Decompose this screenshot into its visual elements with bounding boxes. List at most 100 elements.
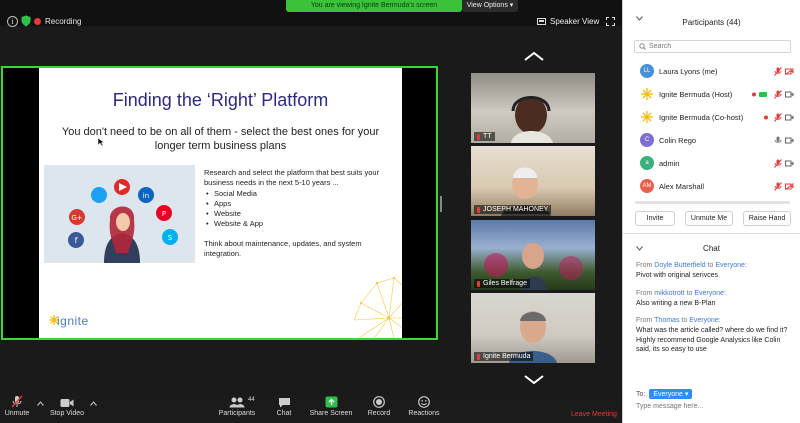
avatar: LL <box>640 64 654 78</box>
muted-mic-icon <box>477 280 480 287</box>
stop-video-label: Stop Video <box>49 410 85 417</box>
video-tile-name-label: JOSEPH MAHONEY <box>483 206 549 213</box>
mouse-pointer-icon <box>98 138 104 146</box>
chat-message-header: From Doyle Butterfield to Everyone: <box>636 261 796 271</box>
stop-video-button[interactable]: Stop Video <box>50 395 84 417</box>
unmute-button[interactable]: Unmute <box>5 395 29 417</box>
slide-note: Think about maintenance, updates, and sy… <box>204 239 362 258</box>
participant-name: Laura Lyons (me) <box>659 67 718 76</box>
presentation-slide: Finding the ‘Right’ Platform You don't n… <box>39 68 402 338</box>
video-tile-name-label: Ignite Bermuda <box>483 353 531 360</box>
muted-microphone-icon <box>11 395 23 408</box>
record-button[interactable]: Record <box>366 395 392 417</box>
slide-body: Research and select the platform that be… <box>204 168 394 259</box>
scroll-up-chevron-icon[interactable] <box>523 52 545 61</box>
shared-screen[interactable]: Finding the ‘Right’ Platform You don't n… <box>1 66 438 340</box>
reactions-button[interactable]: Reactions <box>407 395 441 417</box>
ignite-logo-text: ignite <box>57 314 89 328</box>
video-off-icon[interactable] <box>785 183 794 190</box>
chat-suffix: : <box>723 289 726 297</box>
slide-bullet: Website & App <box>204 219 394 229</box>
participants-search-input[interactable] <box>649 43 779 50</box>
meeting-toolbar: Unmute Stop Video Participants 44 Chat S… <box>0 395 622 423</box>
view-options-label: View Options <box>466 2 508 9</box>
slide-title: Finding the ‘Right’ Platform <box>112 90 329 110</box>
meeting-area: i Recording Speaker View You are viewing… <box>0 0 622 423</box>
chat-recipient-value: Everyone <box>653 390 683 398</box>
participants-search[interactable] <box>634 40 791 53</box>
video-tile[interactable]: Giles Belfrage <box>471 220 595 290</box>
video-options-caret-icon[interactable] <box>90 401 97 406</box>
video-off-icon[interactable] <box>785 68 794 75</box>
svg-text:P: P <box>162 210 166 218</box>
raise-hand-button[interactable]: Raise Hand <box>743 211 791 226</box>
video-icon[interactable] <box>785 137 794 144</box>
video-icon[interactable] <box>785 160 794 167</box>
chat-sender[interactable]: Thomas <box>654 317 679 324</box>
muted-mic-icon[interactable] <box>774 159 782 168</box>
search-icon <box>639 43 646 50</box>
participant-row[interactable]: C Colin Rego <box>623 131 800 154</box>
video-tile-name-label: TT <box>483 133 492 140</box>
view-options-button[interactable]: View Options ▾ <box>462 0 518 12</box>
ignite-avatar-icon <box>640 87 654 101</box>
speaker-view-button[interactable]: Speaker View <box>537 17 599 26</box>
video-tile-name: Ignite Bermuda <box>474 352 534 361</box>
participants-panel-title: Participants (44) <box>682 18 741 27</box>
security-shield-icon[interactable] <box>21 15 31 27</box>
meeting-info-icon[interactable]: i <box>7 16 18 27</box>
video-tile-name-label: Giles Belfrage <box>483 280 527 287</box>
record-icon <box>373 396 385 408</box>
chat-suffix: : <box>744 262 747 269</box>
participants-icon <box>229 397 245 408</box>
participants-label: Participants <box>218 410 256 417</box>
muted-mic-icon[interactable] <box>774 182 782 191</box>
video-tile[interactable]: Ignite Bermuda <box>471 293 595 363</box>
participant-row[interactable]: Ignite Bermuda (Co-host) <box>623 108 800 131</box>
video-camera-icon <box>60 399 74 407</box>
audio-options-caret-icon[interactable] <box>37 401 44 406</box>
muted-mic-icon[interactable] <box>774 113 782 122</box>
chat-sender[interactable]: mikkotrott <box>654 290 684 297</box>
panel-resize-handle[interactable] <box>440 196 442 212</box>
microphone-icon[interactable] <box>774 136 782 145</box>
video-tile[interactable]: TT <box>471 73 595 143</box>
slide-bullet: Social Media <box>204 189 394 199</box>
speaker-view-icon <box>537 18 546 25</box>
invite-button[interactable]: Invite <box>635 211 675 226</box>
participant-name: Ignite Bermuda (Host) <box>659 90 733 99</box>
unmute-me-button[interactable]: Unmute Me <box>685 211 733 226</box>
chat-sender[interactable]: Doyle Butterfield <box>654 262 705 269</box>
participant-name: Colin Rego <box>659 136 697 145</box>
leave-meeting-button[interactable]: Leave Meeting <box>571 411 617 418</box>
muted-mic-icon[interactable] <box>774 67 782 76</box>
participant-row[interactable]: a admin <box>623 154 800 177</box>
participant-row[interactable]: Ignite Bermuda (Host) <box>623 85 800 108</box>
participants-horizontal-scrollbar[interactable] <box>635 201 790 204</box>
chat-messages: From Doyle Butterfield to Everyone: Pivo… <box>636 261 796 363</box>
share-screen-button[interactable]: Share Screen <box>308 395 354 417</box>
video-icon[interactable] <box>785 91 794 98</box>
share-screen-label: Share Screen <box>309 410 353 417</box>
participant-row[interactable]: AM Alex Marshall <box>623 177 800 200</box>
scroll-down-chevron-icon[interactable] <box>523 375 545 384</box>
chat-message-text: Highly recommend Google Analysics like C… <box>636 336 781 354</box>
chat-message: From Doyle Butterfield to Everyone: Pivo… <box>636 261 796 281</box>
muted-mic-icon <box>477 206 480 213</box>
recording-indicator[interactable]: Recording <box>34 17 81 26</box>
speaker-view-label: Speaker View <box>550 17 600 26</box>
chat-button[interactable]: Chat <box>272 395 296 417</box>
slide-bullet: Website <box>204 209 394 219</box>
participant-row[interactable]: LL Laura Lyons (me) <box>623 62 800 85</box>
fullscreen-icon[interactable] <box>606 17 615 26</box>
svg-text:G+: G+ <box>71 214 82 222</box>
chat-to-prefix: to <box>684 289 695 297</box>
chat-message-input[interactable] <box>636 403 791 410</box>
share-screen-icon <box>325 396 337 408</box>
chat-panel-header: Chat <box>623 240 800 256</box>
video-icon[interactable] <box>785 114 794 121</box>
video-tile[interactable]: JOSEPH MAHONEY <box>471 146 595 216</box>
smiley-icon <box>418 396 430 408</box>
chat-recipient-dropdown[interactable]: Everyone ▾ <box>649 389 693 399</box>
muted-mic-icon[interactable] <box>774 90 782 99</box>
